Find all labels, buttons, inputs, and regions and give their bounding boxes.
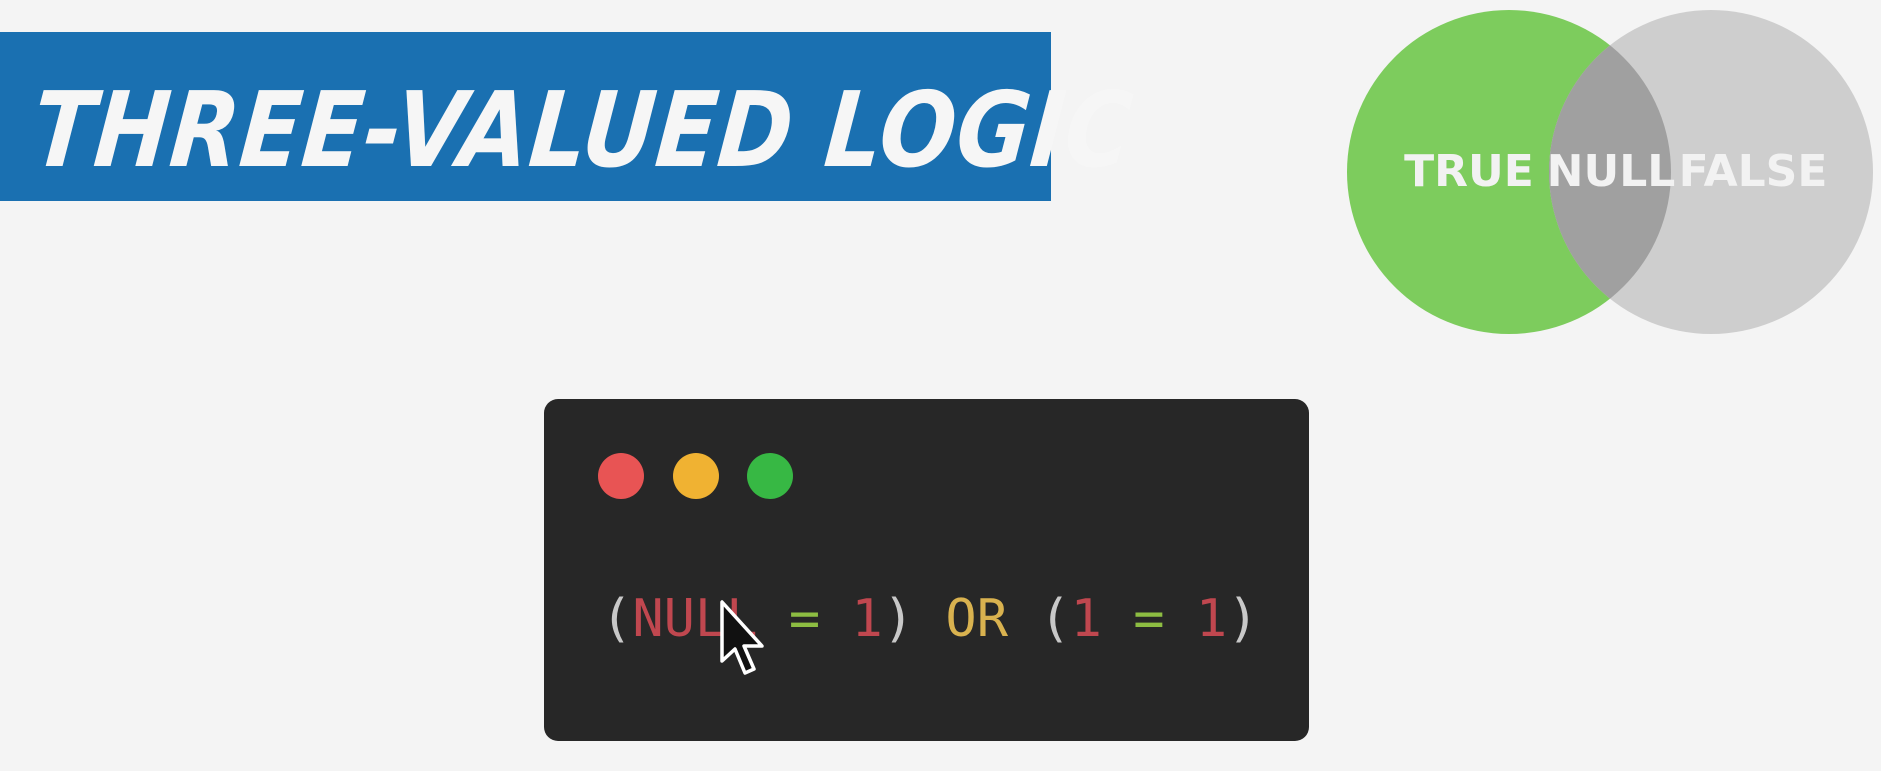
page-title: THREE-VALUED LOGIC: [27, 69, 1138, 191]
venn-diagram: TRUE NULL FALSE: [1345, 10, 1875, 335]
mouse-pointer-icon: [718, 599, 770, 679]
venn-svg: TRUE NULL FALSE: [1347, 10, 1873, 334]
code-number: 1: [851, 589, 883, 649]
window-close-dot[interactable]: [598, 453, 644, 499]
code-equals-operator: =: [757, 589, 852, 649]
window-minimize-dot[interactable]: [673, 453, 719, 499]
code-close-paren: ): [882, 589, 915, 649]
venn-label-null: NULL: [1547, 146, 1676, 197]
venn-label-true: TRUE: [1404, 146, 1534, 197]
code-number: 1: [1070, 589, 1102, 649]
code-equals-operator: =: [1101, 589, 1196, 649]
title-banner: THREE-VALUED LOGIC: [0, 32, 1138, 201]
code-or-keyword: OR: [914, 589, 1040, 649]
code-window: (NULL = 1) OR (1 = 1): [544, 399, 1309, 741]
code-close-paren: ): [1227, 589, 1259, 649]
code-expression: (NULL = 1) OR (1 = 1): [601, 593, 1259, 645]
window-maximize-dot[interactable]: [747, 453, 793, 499]
code-open-paren: (: [601, 589, 633, 649]
venn-label-false: FALSE: [1679, 146, 1828, 197]
code-number: 1: [1195, 589, 1228, 649]
code-open-paren: (: [1039, 589, 1071, 649]
